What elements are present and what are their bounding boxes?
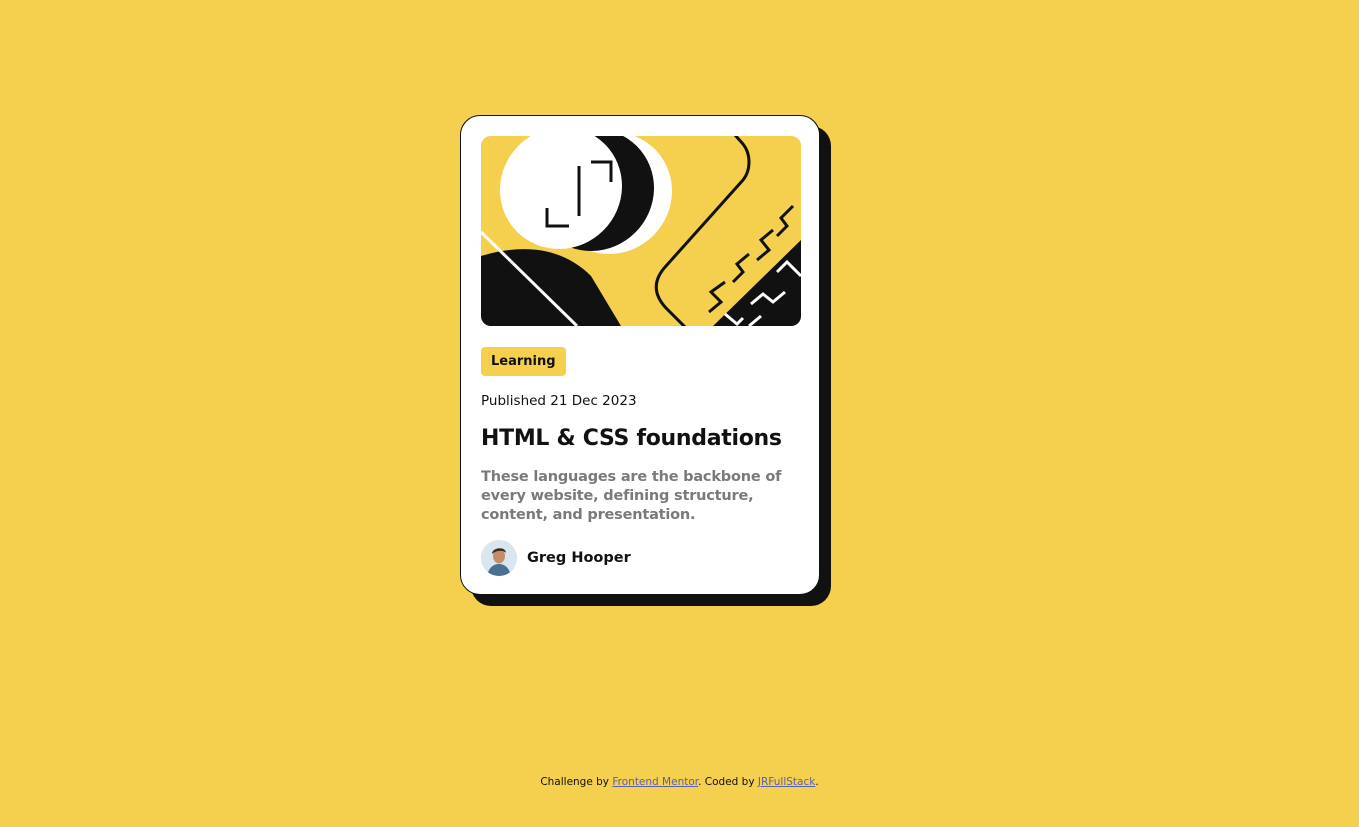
hero-illustration bbox=[481, 136, 801, 326]
footer-prefix: Challenge by bbox=[540, 776, 610, 788]
author-avatar bbox=[481, 540, 517, 576]
published-label: Published bbox=[481, 393, 546, 409]
card-title[interactable]: HTML & CSS foundations bbox=[481, 423, 782, 455]
card-description: These languages are the backbone of ever… bbox=[481, 469, 782, 523]
footer-suffix: . bbox=[815, 776, 819, 788]
attribution-footer: Challenge by Frontend Mentor. Coded by J… bbox=[0, 774, 1359, 790]
category-tag[interactable]: Learning bbox=[481, 347, 566, 376]
author-link[interactable]: JRFullStack bbox=[758, 776, 815, 788]
frontend-mentor-link[interactable]: Frontend Mentor bbox=[612, 776, 698, 788]
footer-middle: . Coded by bbox=[698, 776, 755, 788]
blog-preview-card: Learning Published 21 Dec 2023 HTML & CS… bbox=[460, 115, 820, 595]
published-date: Published 21 Dec 2023 bbox=[481, 391, 637, 411]
published-date-value: 21 Dec 2023 bbox=[550, 393, 637, 409]
author-name: Greg Hooper bbox=[527, 550, 631, 566]
author: Greg Hooper bbox=[481, 540, 631, 576]
